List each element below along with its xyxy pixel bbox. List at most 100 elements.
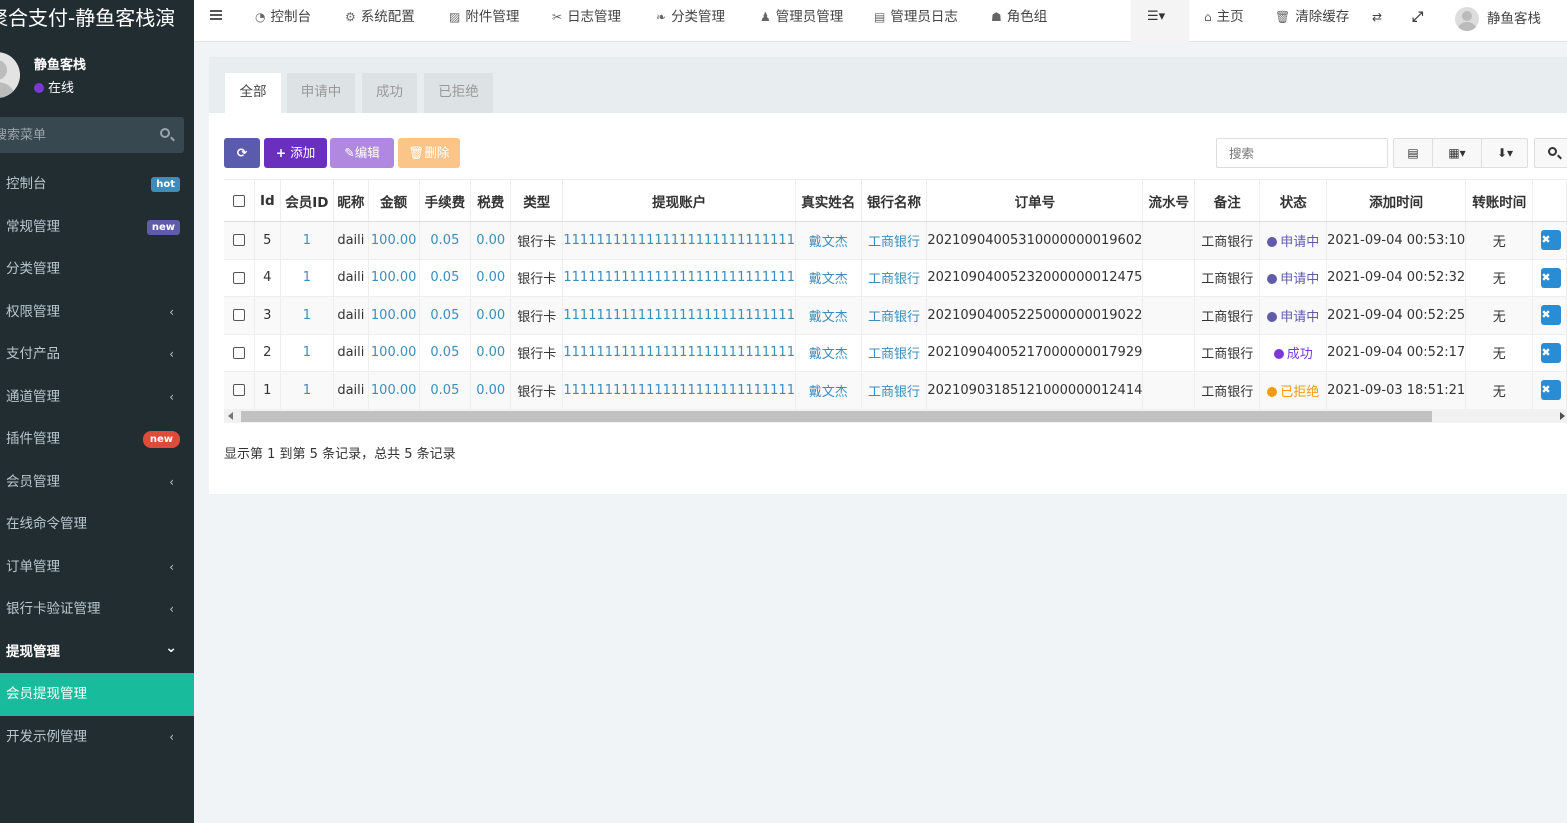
cell-tax[interactable]: 0.00 — [470, 371, 512, 410]
cell-tax[interactable]: 0.00 — [470, 296, 512, 335]
cell-value[interactable]: 1111111111111111111111111111 — [563, 270, 794, 285]
cell-value[interactable]: 工商银行 — [868, 347, 920, 362]
column-header[interactable]: 流水号 — [1142, 179, 1196, 222]
row-delete-button[interactable]: ✖ — [1541, 267, 1562, 288]
home-link[interactable]: ⌂ 主页 — [1204, 0, 1244, 34]
cell-bank[interactable]: 工商银行 — [861, 296, 928, 335]
cell-value[interactable]: 工商银行 — [868, 385, 920, 400]
sidebar-item-order[interactable]: 订单管理 ‹ — [0, 546, 194, 589]
scrollbar-thumb[interactable] — [241, 411, 1432, 422]
table-row[interactable]: 3 1 daili 100.00 0.05 0.00 银行卡 1111111111111111… — [224, 296, 1567, 335]
column-header[interactable]: 税费 — [470, 179, 512, 222]
topnav-item-1[interactable]: ⚙ 系统配置 — [345, 0, 415, 34]
cell-value[interactable]: 0.05 — [430, 345, 459, 360]
cell-value[interactable]: 0.00 — [476, 233, 505, 248]
topnav-item-6[interactable]: ▤ 管理员日志 — [874, 0, 958, 34]
cell-bank[interactable]: 工商银行 — [861, 221, 928, 260]
cell-value[interactable]: 工商银行 — [868, 235, 920, 250]
topnav-item-7[interactable]: ☗ 角色组 — [991, 0, 1047, 34]
row-delete-button[interactable]: ✖ — [1541, 342, 1562, 363]
cell-amount[interactable]: 100.00 — [368, 221, 420, 260]
column-header[interactable]: 真实姓名 — [795, 179, 862, 222]
table-search-input[interactable] — [1216, 138, 1388, 168]
search-icon[interactable] — [160, 128, 170, 138]
tab-success[interactable]: 成功 — [362, 73, 417, 113]
row-delete-button[interactable]: ✖ — [1541, 305, 1562, 326]
cell-fee[interactable]: 0.05 — [419, 296, 472, 335]
cell-value[interactable]: 0.00 — [476, 308, 505, 323]
cell-value[interactable]: 1 — [303, 308, 311, 323]
cell-fee[interactable]: 0.05 — [419, 259, 472, 297]
column-header[interactable]: Id — [254, 179, 281, 222]
cell-value[interactable]: 0.05 — [430, 270, 459, 285]
cell-value[interactable]: 1 — [303, 383, 311, 398]
sidebar-item-member-withdraw[interactable]: 会员提现管理 — [0, 673, 194, 716]
cell-value[interactable]: 1 — [303, 345, 311, 360]
sidebar-toggle-icon[interactable] — [210, 10, 222, 12]
cell-value[interactable]: 戴文杰 — [809, 385, 848, 400]
scroll-right-icon[interactable] — [1560, 412, 1565, 420]
cell-amount[interactable]: 100.00 — [368, 259, 420, 297]
sidebar-item-withdraw[interactable]: 提现管理 ⌄ — [0, 631, 194, 674]
topnav-item-3[interactable]: ✂ 日志管理 — [552, 0, 621, 34]
cell-bank[interactable]: 工商银行 — [861, 371, 928, 410]
refresh-button[interactable]: ⟳ — [224, 138, 260, 168]
cell-realname[interactable]: 戴文杰 — [795, 371, 862, 410]
add-button[interactable]: + 添加 — [264, 138, 327, 168]
column-header[interactable]: 手续费 — [419, 179, 472, 222]
table-row[interactable]: 4 1 daili 100.00 0.05 0.00 银行卡 1111111111111111… — [224, 259, 1567, 297]
cell-account[interactable]: 1111111111111111111111111111 — [562, 334, 796, 372]
row-checkbox[interactable] — [232, 271, 245, 284]
cell-bank[interactable]: 工商银行 — [861, 259, 928, 297]
cell-account[interactable]: 1111111111111111111111111111 — [562, 221, 796, 260]
cell-member-id[interactable]: 1 — [280, 296, 334, 335]
cell-value[interactable]: 0.00 — [476, 345, 505, 360]
sidebar-item-permission[interactable]: 权限管理 ‹ — [0, 291, 194, 334]
sidebar-item-channel[interactable]: 通道管理 ‹ — [0, 376, 194, 419]
row-checkbox[interactable] — [232, 309, 245, 322]
cell-tax[interactable]: 0.00 — [470, 259, 512, 297]
column-header[interactable]: 备注 — [1194, 179, 1261, 222]
topnav-item-2[interactable]: ▨ 附件管理 — [449, 0, 519, 34]
scroll-left-icon[interactable] — [228, 412, 233, 420]
cell-fee[interactable]: 0.05 — [419, 221, 472, 260]
cell-account[interactable]: 1111111111111111111111111111 — [562, 296, 796, 335]
cell-account[interactable]: 1111111111111111111111111111 — [562, 371, 796, 410]
cell-amount[interactable]: 100.00 — [368, 371, 420, 410]
cell-member-id[interactable]: 1 — [280, 221, 334, 260]
cell-realname[interactable]: 戴文杰 — [795, 296, 862, 335]
cell-member-id[interactable]: 1 — [280, 334, 334, 372]
cell-value[interactable]: 1111111111111111111111111111 — [563, 383, 794, 398]
column-header[interactable]: 银行名称 — [861, 179, 928, 222]
cell-realname[interactable]: 戴文杰 — [795, 259, 862, 297]
sidebar-item-plugin[interactable]: 插件管理 new — [0, 418, 194, 461]
columns-icon[interactable]: ▦▾ — [1433, 139, 1481, 167]
sidebar-item-pay-product[interactable]: 支付产品 ‹ — [0, 333, 194, 376]
sidebar-item-member[interactable]: 会员管理 ‹ — [0, 461, 194, 504]
column-header[interactable]: 金额 — [368, 179, 420, 222]
app-title[interactable]: 聚合支付-静鱼客栈演 — [0, 0, 194, 38]
delete-button[interactable]: 🗑删除 — [398, 138, 460, 168]
cell-value[interactable]: 工商银行 — [868, 310, 920, 325]
cell-value[interactable]: 戴文杰 — [809, 235, 848, 250]
sidebar-item-online-command[interactable]: 在线命令管理 — [0, 503, 194, 546]
language-icon[interactable]: ⇄ — [1372, 0, 1382, 34]
table-row[interactable]: 1 1 daili 100.00 0.05 0.00 银行卡 1111111111111111… — [224, 371, 1567, 410]
cell-realname[interactable]: 戴文杰 — [795, 221, 862, 260]
cell-account[interactable]: 1111111111111111111111111111 — [562, 259, 796, 297]
cell-value[interactable]: 工商银行 — [868, 272, 920, 287]
cell-value[interactable]: 戴文杰 — [809, 272, 848, 287]
cell-value[interactable]: 0.05 — [430, 308, 459, 323]
cell-value[interactable]: 100.00 — [371, 345, 417, 360]
column-header[interactable]: 会员ID — [280, 179, 334, 222]
table-row[interactable]: 5 1 daili 100.00 0.05 0.00 银行卡 1111111111111111… — [224, 221, 1567, 260]
cell-fee[interactable]: 0.05 — [419, 334, 472, 372]
edit-button[interactable]: ✎编辑 — [330, 138, 394, 168]
row-delete-button[interactable]: ✖ — [1541, 230, 1562, 251]
user-menu[interactable]: 静鱼客栈 — [1455, 5, 1541, 33]
column-header[interactable]: 转账时间 — [1465, 179, 1534, 222]
sidebar-search-input[interactable] — [0, 117, 144, 153]
column-header[interactable]: 添加时间 — [1326, 179, 1467, 222]
cell-value[interactable]: 100.00 — [371, 308, 417, 323]
topnav-item-4[interactable]: ❧ 分类管理 — [656, 0, 725, 34]
